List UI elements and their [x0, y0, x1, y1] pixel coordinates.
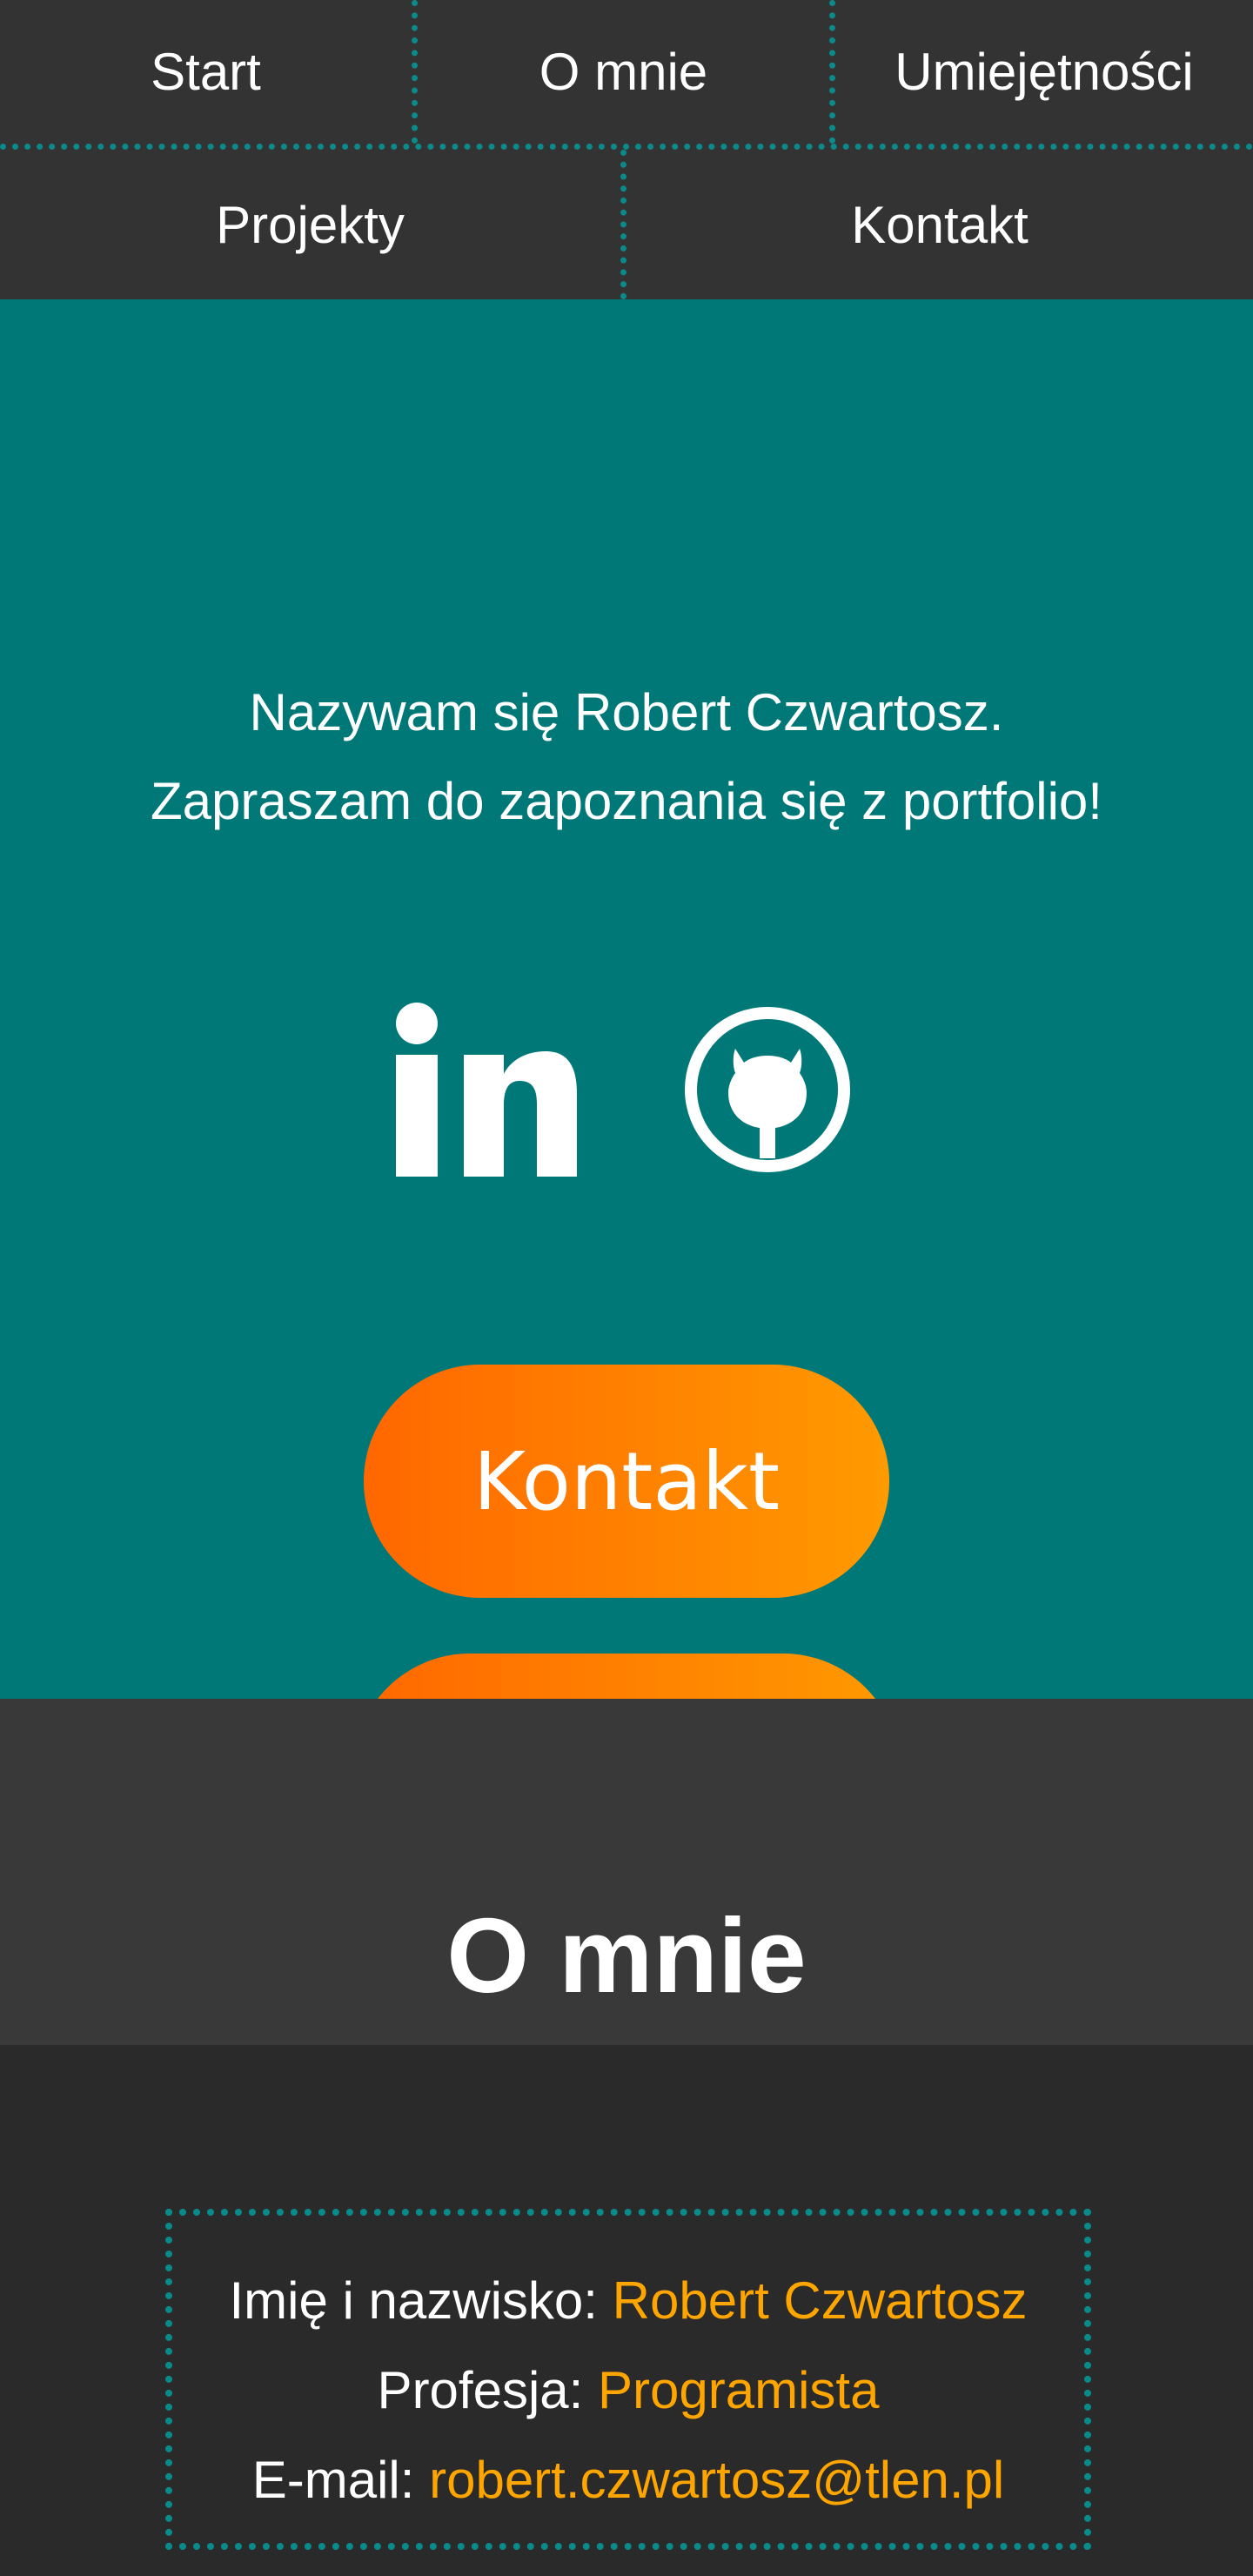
- hero-intro: Nazywam się Robert Czwartosz. Zapraszam …: [0, 668, 1253, 846]
- main-navigation: Start O mnie Umiejętności Projekty Konta…: [0, 0, 1253, 299]
- nav-item-projects[interactable]: Projekty: [0, 150, 626, 299]
- nav-row-bottom: Projekty Kontakt: [0, 150, 1253, 299]
- about-info-box: Imię i nazwisko: Robert Czwartosz Profes…: [165, 2209, 1091, 2550]
- github-icon: [683, 1005, 852, 1178]
- info-profession-row: Profesja: Programista: [172, 2345, 1084, 2435]
- nav-item-skills[interactable]: Umiejętności: [835, 0, 1253, 144]
- hero-line-invite: Zapraszam do zapoznania się z portfolio!: [151, 772, 1102, 830]
- hero-section: Nazywam się Robert Czwartosz. Zapraszam …: [0, 299, 1253, 1887]
- info-profession-value: Programista: [598, 2361, 880, 2419]
- info-email-label: E-mail:: [251, 2451, 430, 2509]
- contact-button[interactable]: Kontakt: [364, 1365, 889, 1598]
- github-link[interactable]: [679, 1003, 856, 1180]
- linkedin-link[interactable]: [394, 1002, 577, 1181]
- info-profession-label: Profesja:: [377, 2361, 598, 2419]
- info-name-row: Imię i nazwisko: Robert Czwartosz: [172, 2256, 1084, 2345]
- hero-line-name: Nazywam się Robert Czwartosz.: [249, 683, 1004, 741]
- info-email-link[interactable]: robert.czwartosz@tlen.pl: [429, 2451, 1004, 2509]
- social-links: [0, 1002, 1253, 1181]
- nav-item-start[interactable]: Start: [0, 0, 418, 144]
- nav-row-top: Start O mnie Umiejętności: [0, 0, 1253, 150]
- linkedin-icon: [394, 1002, 577, 1181]
- info-email-row: E-mail: robert.czwartosz@tlen.pl: [172, 2435, 1084, 2525]
- nav-item-about[interactable]: O mnie: [418, 0, 835, 144]
- about-title: O mnie: [446, 1896, 807, 2015]
- info-name-label: Imię i nazwisko:: [229, 2271, 613, 2330]
- nav-item-contact[interactable]: Kontakt: [626, 150, 1253, 299]
- info-name-value: Robert Czwartosz: [612, 2271, 1028, 2330]
